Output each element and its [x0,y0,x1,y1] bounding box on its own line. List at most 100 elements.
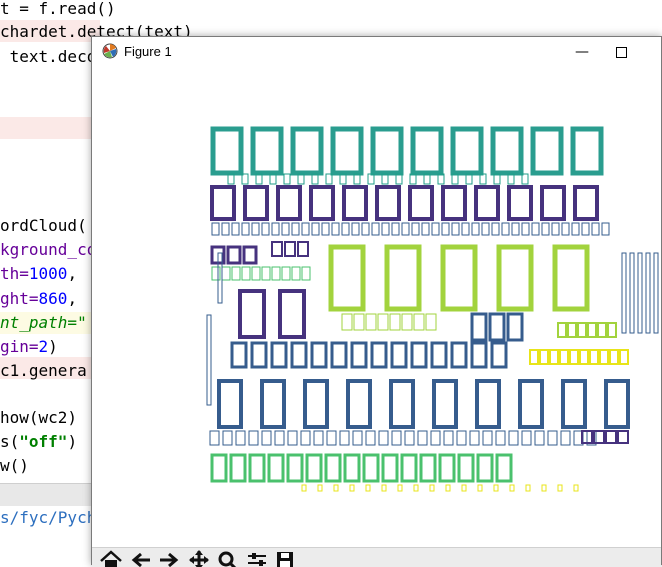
back-arrow-icon[interactable] [128,549,154,567]
wordcloud-glyph [361,222,370,236]
wordcloud-glyph [365,430,376,446]
wordcloud-glyph [243,185,269,221]
wordcloud-glyph [301,266,311,281]
forward-arrow-icon[interactable] [156,549,182,567]
minimize-button[interactable]: — [562,39,602,65]
wordcloud-glyph [469,430,480,446]
wordcloud-glyph [300,430,311,446]
wordcloud-glyph [230,341,248,369]
wordcloud-glyph [250,341,268,369]
wordcloud-glyph [617,430,629,444]
wordcloud-glyph [283,173,291,185]
wordcloud-glyph [557,322,567,338]
wordcloud-glyph [390,341,408,369]
wordcloud-glyph [443,430,454,446]
wordcloud-glyph [419,453,437,483]
wordcloud-glyph [645,252,651,334]
wordcloud-glyph [430,430,441,446]
wordcloud-glyph [389,379,415,429]
wordcloud-glyph [534,430,545,446]
wordcloud-glyph [561,379,587,429]
wordcloud-glyph [470,312,488,342]
figure-canvas[interactable] [92,67,661,547]
wordcloud-glyph [365,313,377,331]
wordcloud-glyph [529,349,539,365]
wordcloud-glyph [349,484,355,492]
wordcloud-glyph [217,379,243,429]
wordcloud-glyph [509,484,515,492]
wordcloud-glyph [404,430,415,446]
window-titlebar[interactable]: Figure 1 — [92,37,661,67]
wordcloud-glyph [309,185,335,221]
wordcloud-glyph [370,126,404,176]
wordcloud-glyph [430,341,448,369]
wordcloud-glyph [397,484,403,492]
wordcloud-glyph [381,453,399,483]
wordcloud-glyph [362,453,380,483]
maximize-icon [616,47,627,58]
wordcloud-glyph [488,312,506,342]
wordcloud-glyph [450,126,484,176]
wordcloud-glyph [490,341,508,369]
wordcloud-glyph [290,341,308,369]
code-token: ght= [0,289,39,308]
home-icon[interactable] [98,549,124,567]
figure-window[interactable]: Figure 1 — [91,36,662,567]
code-line: how(wc2) [0,408,78,427]
wordcloud-glyph [271,241,283,257]
wordcloud-glyph [321,222,330,236]
wordcloud-glyph [353,313,365,331]
matplotlib-icon [102,43,118,59]
wordcloud-glyph [530,126,564,176]
wordcloud-glyph [421,222,430,236]
maximize-button[interactable] [602,39,642,65]
code-token: ) [67,432,78,451]
wordcloud-glyph [476,453,494,483]
wordcloud-glyph [271,266,281,281]
wordcloud-glyph [549,349,559,365]
wordcloud-glyph [577,322,587,338]
save-disk-icon[interactable] [272,549,298,567]
zoom-magnifier-icon[interactable] [214,549,240,567]
code-token: s( [0,432,20,451]
wordcloud-glyph [506,312,524,342]
wordcloud-glyph [384,244,422,312]
wordcloud-glyph [210,453,228,483]
wordcloud-glyph [408,185,434,221]
wordcloud-glyph [507,185,533,221]
wordcloud-glyph [410,126,444,176]
wordcloud-glyph [276,185,302,221]
wordcloud-glyph [222,430,233,446]
wordcloud-glyph [206,314,212,406]
wordcloud-glyph [401,313,413,331]
wordcloud-glyph [343,453,361,483]
wordcloud-glyph [475,379,501,429]
pan-move-icon[interactable] [186,549,212,567]
wordcloud-glyph [221,222,230,236]
wordcloud-glyph [599,349,609,365]
wordcloud-glyph [573,484,579,492]
wordcloud-glyph [270,341,288,369]
wordcloud-glyph [333,484,339,492]
wordcloud-glyph [341,313,353,331]
wordcloud-glyph [560,430,571,446]
wordcloud-glyph [346,379,372,429]
wordcloud-glyph [301,484,307,492]
wordcloud-glyph [241,222,250,236]
wordcloud-glyph [571,222,580,236]
wordcloud-glyph [481,222,490,236]
wordcloud-glyph [261,222,270,236]
wordcloud-glyph [311,222,320,236]
wordcloud-glyph [456,430,467,446]
wordcloud-glyph [601,222,610,236]
code-token: 860 [38,289,68,308]
wordcloud-glyph [241,266,251,281]
code-token: , [67,264,78,283]
wordcloud-glyph [581,222,590,236]
code-token: "off" [19,432,68,451]
wordcloud-glyph [260,379,286,429]
wordcloud-glyph [290,126,324,176]
wordcloud-glyph [432,379,458,429]
wordcloud-glyph [248,453,266,483]
configure-subplots-icon[interactable] [244,549,270,567]
